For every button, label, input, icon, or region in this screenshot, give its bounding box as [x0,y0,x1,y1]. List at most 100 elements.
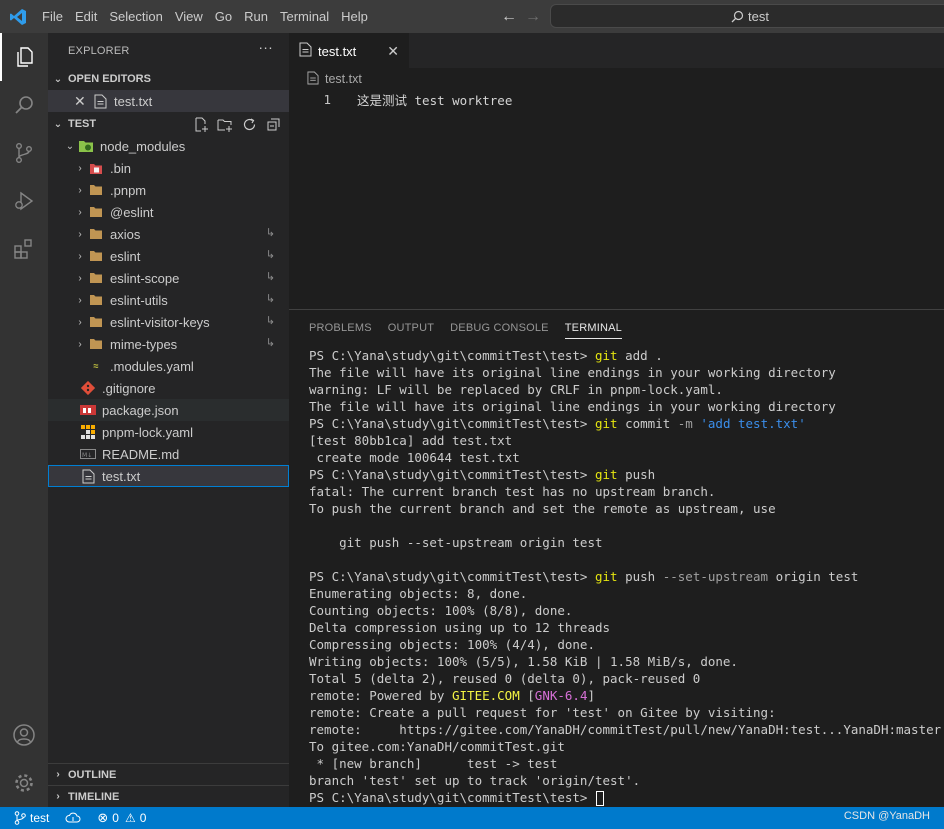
close-icon[interactable]: ✕ [74,93,88,110]
line-number: 1 [323,92,331,107]
terminal-text: [ [519,688,535,703]
terminal-line: remote: Powered by GITEE.COM [GNK-6.4] [309,687,944,704]
chevron-right-icon: › [78,338,82,350]
collapse-all-icon[interactable] [263,115,283,133]
run-debug-icon[interactable] [0,177,48,225]
tree-item-pnpm[interactable]: › .pnpm [48,179,289,201]
back-arrow-icon[interactable]: ← [500,8,518,26]
menu-run[interactable]: Run [238,0,274,33]
tree-item-label: .gitignore [102,380,156,396]
more-actions-icon[interactable]: ··· [258,39,273,55]
tree-item-eslint[interactable]: › eslint ↳ [48,245,289,267]
title-bar: File Edit Selection View Go Run Terminal… [0,0,944,33]
tree-item-label: eslint-visitor-keys [110,314,210,330]
tab-output[interactable]: OUTPUT [380,310,442,345]
timeline-header[interactable]: › TIMELINE [48,785,289,807]
manage-gear-icon[interactable] [0,759,48,807]
project-label: TEST [68,118,97,130]
search-view-icon[interactable] [0,81,48,129]
tree-item-node-modules[interactable]: ⌄ node_modules [48,135,289,157]
tree-item-label: axios [110,226,141,242]
tree-item-pnpm-lock[interactable]: pnpm-lock.yaml [48,421,289,443]
tree-item-label: eslint-scope [110,270,180,286]
terminal-text: PS C:\Yana\study\git\commitTest\test> [309,467,595,482]
menu-bar: File Edit Selection View Go Run Terminal… [36,0,374,33]
tab-test-txt[interactable]: test.txt ✕ [289,33,409,68]
tree-item-readme[interactable]: M↓ README.md [48,443,289,465]
search-text: test [748,8,769,24]
terminal-line: create mode 100644 test.txt [309,449,944,466]
menu-go[interactable]: Go [209,0,238,33]
problems-indicator[interactable]: ⊗ 0 ⚠ 0 [89,807,154,829]
tree-item-package-json[interactable]: package.json [48,399,289,421]
tree-item-eslint-scope[interactable]: › eslint-scope ↳ [48,267,289,289]
tree-item-test-txt[interactable]: test.txt [48,465,289,487]
terminal-text: git [594,569,618,584]
markdown-file-icon: M↓ [80,446,96,462]
menu-help[interactable]: Help [335,0,374,33]
open-editors-header[interactable]: ⌄ OPEN EDITORS [48,68,289,90]
file-text-icon [299,42,312,60]
chevron-down-icon: ⌄ [65,140,75,152]
terminal-text: Delta compression using up to 12 threads [309,620,611,635]
new-file-icon[interactable] [191,115,211,133]
command-center-search[interactable]: test [550,4,944,28]
tab-problems[interactable]: PROBLEMS [301,310,380,345]
menu-edit[interactable]: Edit [69,0,103,33]
terminal-text: PS C:\Yana\study\git\commitTest\test> [309,790,595,805]
terminal-line: * [new branch] test -> test [309,755,944,772]
terminal-line: Enumerating objects: 8, done. [309,585,944,602]
project-header[interactable]: ⌄ TEST [48,113,289,135]
tree-item-axios[interactable]: › axios ↳ [48,223,289,245]
line-content[interactable]: 这是测试 test worktree [357,90,512,109]
open-editor-item[interactable]: ✕ test.txt [48,90,289,112]
explorer-actions [191,115,283,133]
terminal-text: commit [617,416,678,431]
editor-tabs: test.txt ✕ [289,33,944,68]
terminal-cursor [595,791,604,806]
terminal-text: PS C:\Yana\study\git\commitTest\test> [309,569,595,584]
breadcrumb-item[interactable]: test.txt [325,72,362,86]
tree-item-bin[interactable]: › .bin [48,157,289,179]
tree-item-mime-types[interactable]: › mime-types ↳ [48,333,289,355]
tree-item-eslint-visitor-keys[interactable]: › eslint-visitor-keys ↳ [48,311,289,333]
tab-terminal[interactable]: TERMINAL [557,310,630,345]
tab-debug-console[interactable]: DEBUG CONSOLE [442,310,557,345]
outline-header[interactable]: › OUTLINE [48,763,289,785]
terminal-line: The file will have its original line end… [309,364,944,381]
extensions-icon[interactable] [0,225,48,273]
folder-icon [88,182,104,198]
terminal-output[interactable]: PS C:\Yana\study\git\commitTest\test> gi… [289,345,944,806]
explorer-icon[interactable] [0,33,48,81]
terminal-line: warning: LF will be replaced by CRLF in … [309,381,944,398]
terminal-text: GITEE.COM [452,688,520,703]
terminal-text: remote: Create a pull request for 'test'… [309,705,776,720]
branch-indicator[interactable]: test [0,807,57,829]
tree-item-eslint-scoped[interactable]: › @eslint [48,201,289,223]
file-text-icon [307,71,319,88]
accounts-icon[interactable] [0,711,48,759]
tree-item-label: .modules.yaml [110,358,194,374]
open-editor-label: test.txt [114,93,153,109]
code-line[interactable]: 1 这是测试 test worktree [289,90,944,109]
source-control-icon[interactable] [0,129,48,177]
tree-item-gitignore[interactable]: .gitignore [48,377,289,399]
forward-arrow-icon[interactable]: → [524,8,542,26]
terminal-text: Counting objects: 100% (8/8), done. [309,603,573,618]
tree-item-modules-yaml[interactable]: ≈ .modules.yaml [48,355,289,377]
menu-terminal[interactable]: Terminal [274,0,335,33]
menu-file[interactable]: File [36,0,69,33]
close-icon[interactable]: ✕ [387,43,399,60]
timeline-label: TIMELINE [68,790,120,803]
sync-indicator[interactable] [57,807,89,829]
menu-view[interactable]: View [169,0,209,33]
menu-selection[interactable]: Selection [103,0,168,33]
terminal-line: PS C:\Yana\study\git\commitTest\test> gi… [309,568,944,585]
terminal-text: warning: LF will be replaced by CRLF in … [309,382,723,397]
tree-item-eslint-utils[interactable]: › eslint-utils ↳ [48,289,289,311]
refresh-icon[interactable] [239,115,259,133]
new-folder-icon[interactable] [215,115,235,133]
chevron-right-icon: › [78,272,82,284]
terminal-text: git [594,467,618,482]
